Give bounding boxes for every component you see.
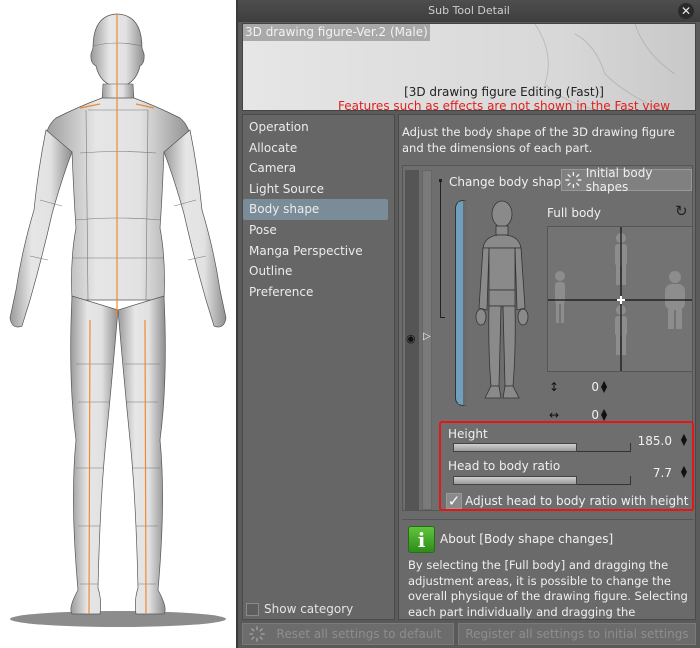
horizontal-value-row: ↔ 0 ▲ ▼: [549, 408, 607, 423]
figure-left-arm: [9, 129, 73, 328]
horizontal-value[interactable]: 0: [571, 408, 599, 422]
triangle-right-icon[interactable]: ▷: [423, 331, 431, 342]
fast-view-warning: Features such as effects are not shown i…: [337, 99, 671, 111]
panel-description: Adjust the body shape of the 3D drawing …: [402, 125, 675, 155]
rotate-reset-icon[interactable]: ↻: [675, 202, 688, 220]
category-item-manga-perspective[interactable]: Manga Perspective: [243, 241, 388, 262]
body-shape-panel: Adjust the body shape of the 3D drawing …: [398, 114, 696, 620]
vertical-arrow-icon: ↕: [549, 380, 560, 394]
height-spinner[interactable]: ▲ ▼: [681, 433, 687, 447]
figure-torso: [43, 97, 193, 301]
body-part-selector[interactable]: [463, 200, 541, 406]
category-item-operation[interactable]: Operation: [243, 117, 388, 138]
checkmark-icon[interactable]: ✓: [446, 493, 462, 509]
dialog-footer: Reset all settings to default Register a…: [238, 620, 700, 648]
category-item-pose[interactable]: Pose: [243, 220, 388, 241]
body-shape-adjustment-grid[interactable]: [547, 226, 693, 372]
head-ratio-label: Head to body ratio: [448, 459, 561, 473]
reset-all-settings-label: Reset all settings to default: [276, 627, 442, 641]
part-left-foot[interactable]: [484, 385, 502, 399]
reset-all-settings-button[interactable]: Reset all settings to default: [242, 623, 454, 645]
part-left-leg[interactable]: [488, 305, 502, 387]
part-head[interactable]: [491, 200, 513, 228]
head-ratio-slider[interactable]: [453, 476, 631, 485]
part-left-arm[interactable]: [478, 247, 490, 311]
register-initial-settings-button[interactable]: Register all settings to initial setting…: [458, 623, 696, 645]
part-right-foot[interactable]: [502, 385, 520, 399]
part-neck[interactable]: [495, 225, 509, 236]
figure-right-leg: [117, 295, 166, 615]
3d-figure-illustration: [9, 13, 227, 627]
dialog-titlebar[interactable]: Sub Tool Detail ✕: [238, 0, 700, 22]
part-abdomen[interactable]: [488, 247, 516, 291]
part-right-hand[interactable]: [517, 308, 529, 326]
spinner-icon: [565, 171, 582, 189]
head-ratio-slider-fill[interactable]: [453, 476, 577, 485]
change-body-shape-label: Change body shape: [449, 175, 569, 189]
adjustment-grid-graphic: [548, 227, 692, 371]
about-section: i About [Body shape changes] By selectin…: [402, 519, 693, 619]
grid-handle-crosshair[interactable]: [617, 296, 625, 304]
down-arrow-icon[interactable]: ▼: [681, 439, 687, 447]
head-ratio-value[interactable]: 7.7: [653, 466, 672, 480]
part-chest[interactable]: [482, 234, 522, 249]
height-settings-highlight: Height 185.0 ▲ ▼ Head to body ratio 7.7 ▲…: [439, 421, 694, 511]
grid-silhouettes: [555, 233, 685, 355]
initial-body-shapes-button[interactable]: Initial body shapes: [561, 166, 692, 194]
figure-neck: [101, 83, 135, 101]
tree-connector: [440, 180, 445, 318]
full-body-label: Full body: [547, 206, 602, 220]
down-arrow-icon[interactable]: ▼: [681, 471, 687, 479]
dialog-title: Sub Tool Detail: [428, 4, 510, 17]
category-item-light-source[interactable]: Light Source: [243, 179, 388, 200]
part-hips[interactable]: [488, 289, 516, 307]
category-item-body-shape[interactable]: Body shape: [243, 199, 388, 220]
category-item-preference[interactable]: Preference: [243, 282, 388, 303]
adjust-ratio-label: Adjust head to body ratio with height: [465, 494, 689, 508]
horizontal-spinner[interactable]: ▲ ▼: [601, 408, 607, 422]
about-title: About [Body shape changes]: [440, 532, 614, 546]
vertical-spinner[interactable]: ▲ ▼: [601, 380, 607, 394]
editing-mode-label: [3D drawing figure Editing (Fast)]: [404, 85, 604, 99]
category-item-camera[interactable]: Camera: [243, 158, 388, 179]
spinner-icon: [249, 626, 265, 642]
initial-body-shapes-label: Initial body shapes: [585, 166, 653, 194]
adjust-ratio-with-height-checkbox[interactable]: ✓ Adjust head to body ratio with height: [446, 493, 688, 509]
height-value[interactable]: 185.0: [638, 434, 672, 448]
eye-icon[interactable]: ◉: [406, 332, 416, 345]
info-icon: i: [408, 526, 435, 553]
category-item-outline[interactable]: Outline: [243, 261, 388, 282]
part-right-arm[interactable]: [514, 247, 526, 311]
figure-right-arm: [163, 129, 227, 328]
sub-tool-detail-dialog: Sub Tool Detail ✕ 3D drawing figure-Ver.…: [236, 0, 700, 648]
category-list: Operation Allocate Camera Light Source B…: [242, 114, 395, 620]
show-category-checkbox[interactable]: Show category: [246, 602, 353, 616]
vertical-value-row: ↕ 0 ▲ ▼: [549, 380, 607, 395]
figure-name-label: 3D drawing figure-Ver.2 (Male): [243, 24, 430, 41]
category-item-allocate[interactable]: Allocate: [243, 138, 388, 159]
horizontal-arrow-icon: ↔: [549, 408, 560, 422]
show-category-label: Show category: [264, 602, 354, 616]
part-right-leg[interactable]: [502, 305, 516, 387]
tool-preview: 3D drawing figure-Ver.2 (Male) [3D drawi…: [242, 23, 696, 111]
figure-preview-image: [0, 0, 236, 648]
down-arrow-icon[interactable]: ▼: [601, 386, 607, 394]
close-icon[interactable]: ✕: [678, 3, 694, 19]
height-label: Height: [448, 427, 488, 441]
head-ratio-spinner[interactable]: ▲ ▼: [681, 465, 687, 479]
silhouette-thin: [555, 271, 565, 323]
part-left-hand[interactable]: [475, 308, 487, 326]
checkbox-box[interactable]: [246, 602, 259, 616]
vertical-value[interactable]: 0: [571, 380, 599, 394]
height-slider[interactable]: [453, 443, 631, 452]
about-text: By selecting the [Full body] and draggin…: [408, 558, 688, 619]
figure-shadow: [10, 611, 226, 627]
figure-left-leg: [70, 295, 119, 615]
height-slider-fill[interactable]: [453, 443, 577, 452]
